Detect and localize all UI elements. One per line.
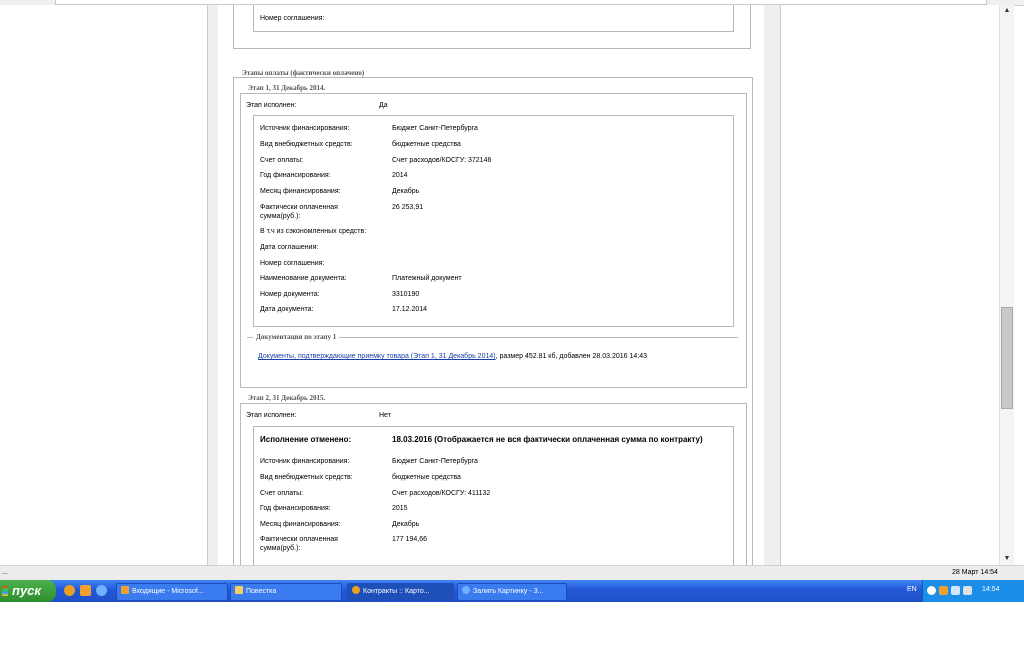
page-viewport: Номер соглашения: Этапы оплаты (фактичес… [0, 5, 999, 565]
field-label: Источник финансирования: [260, 125, 350, 132]
field-label: Дата документа: [260, 306, 314, 313]
task-label: Повестка [246, 588, 277, 595]
field-value: Бюджет Санкт-Петербурга [392, 125, 478, 132]
field-label: В т.ч из сэкономленных средств: [260, 228, 367, 235]
tray-outlook-icon[interactable] [939, 586, 948, 595]
tray-network-icon[interactable] [951, 586, 960, 595]
field-value: 3310190 [392, 291, 420, 298]
task-ie[interactable]: Залить Картинку - З... [457, 583, 567, 601]
field-value: 2014 [392, 172, 408, 179]
scroll-up-icon[interactable]: ▲ [1000, 5, 1014, 17]
tray-back-icon[interactable] [927, 586, 936, 595]
field-label: Год финансирования: [260, 505, 331, 512]
tray-monitor-icon[interactable] [963, 586, 972, 595]
field-label: Месяц финансирования: [260, 521, 341, 528]
task-label: Залить Картинку - З... [473, 588, 544, 595]
field-value: 2015 [392, 505, 408, 512]
stage1-doc-link[interactable]: Документы, подтверждающие приемку товара… [258, 353, 496, 360]
field-label: Фактически оплаченная сумма(руб.): [260, 204, 338, 220]
stage2-done-label: Этап исполнен: [246, 412, 297, 419]
task-label: Контракты :: Карто... [363, 588, 430, 595]
chrome-icon[interactable] [64, 585, 75, 596]
field-value: Бюджет Санкт-Петербурга [392, 458, 478, 465]
previous-details-box [253, 5, 734, 32]
outlook-icon[interactable] [80, 585, 91, 596]
field-label: Счет оплаты: [260, 490, 304, 497]
stage2-cancel-label: Исполнение отменено: [260, 435, 352, 444]
status-bar: ... 28 Март 14:54 [0, 565, 1024, 580]
scroll-thumb[interactable] [1001, 307, 1013, 409]
task-chrome[interactable]: Контракты :: Карто... [347, 583, 454, 601]
field-label: Месяц финансирования: [260, 188, 341, 195]
field-label: Вид внебюджетных средств: [260, 474, 353, 481]
field-value: Счет расходов/КОСГУ: 372146 [392, 157, 492, 164]
field-value: Счет расходов/КОСГУ: 411132 [392, 490, 491, 497]
status-datetime: 28 Март 14:54 [952, 569, 998, 576]
stage2-legend: Этап 2, 31 Декабрь 2015. [245, 394, 329, 402]
task-label: Входящие - Microsof... [132, 588, 204, 595]
stage1-legend: Этап 1, 31 Декабрь 2014. [245, 84, 329, 92]
start-label: пуск [12, 583, 41, 598]
stage1-done-value: Да [379, 102, 388, 109]
agreement-number-label: Номер соглашения: [260, 15, 325, 22]
field-value: бюджетные средства [392, 141, 461, 148]
task-folder[interactable]: Повестка [230, 583, 342, 601]
task-outlook[interactable]: Входящие - Microsof... [116, 583, 228, 601]
field-label: Счет оплаты: [260, 157, 304, 164]
field-label: Год финансирования: [260, 172, 331, 179]
status-left-text: ... [2, 569, 8, 576]
start-button[interactable]: пуск [0, 580, 56, 602]
vertical-scrollbar[interactable]: ▲ ▼ [999, 5, 1014, 565]
field-value: 177 194,66 [392, 536, 428, 543]
field-label: Номер соглашения: [260, 260, 325, 267]
payments-legend: Этапы оплаты (фактически оплачено) [239, 69, 368, 77]
tray-clock: 14:54 [982, 586, 1000, 593]
field-value: Декабрь [392, 521, 420, 528]
field-label: Источник финансирования: [260, 458, 350, 465]
system-tray: EN 14:54 [907, 580, 1024, 602]
field-value: Платежный документ [392, 275, 462, 282]
ie-task-icon [462, 586, 470, 594]
folder-icon [235, 586, 243, 594]
chrome-task-icon [352, 586, 360, 594]
ie-icon[interactable] [96, 585, 107, 596]
field-value: бюджетные средства [392, 474, 461, 481]
field-value: Декабрь [392, 188, 420, 195]
stage1-done-label: Этап исполнен: [246, 102, 297, 109]
field-value: 17.12.2014 [392, 306, 428, 313]
field-label: Наименование документа: [260, 275, 347, 282]
stage1-docs-legend: Документация по этапу 1 [253, 333, 340, 341]
field-value: 26 253,91 [392, 204, 424, 211]
language-indicator[interactable]: EN [907, 586, 917, 593]
field-label: Вид внебюджетных средств: [260, 141, 353, 148]
windows-taskbar: пуск Входящие - Microsof... Повестка Кон… [0, 580, 1024, 602]
stage2-done-value: Нет [379, 412, 391, 419]
scroll-down-icon[interactable]: ▼ [1000, 553, 1014, 565]
stage2-cancel-value: 18.03.2016 (Отображается не вся фактичес… [392, 435, 703, 444]
field-label: Номер документа: [260, 291, 320, 298]
field-label: Дата соглашения: [260, 244, 319, 251]
field-label: Фактически оплаченная сумма(руб.): [260, 536, 338, 552]
outlook-task-icon [121, 586, 129, 594]
windows-logo-icon [2, 586, 8, 596]
stage1-doc-meta: , размер 452.81 кб, добавлен 28.03.2016 … [495, 353, 647, 360]
